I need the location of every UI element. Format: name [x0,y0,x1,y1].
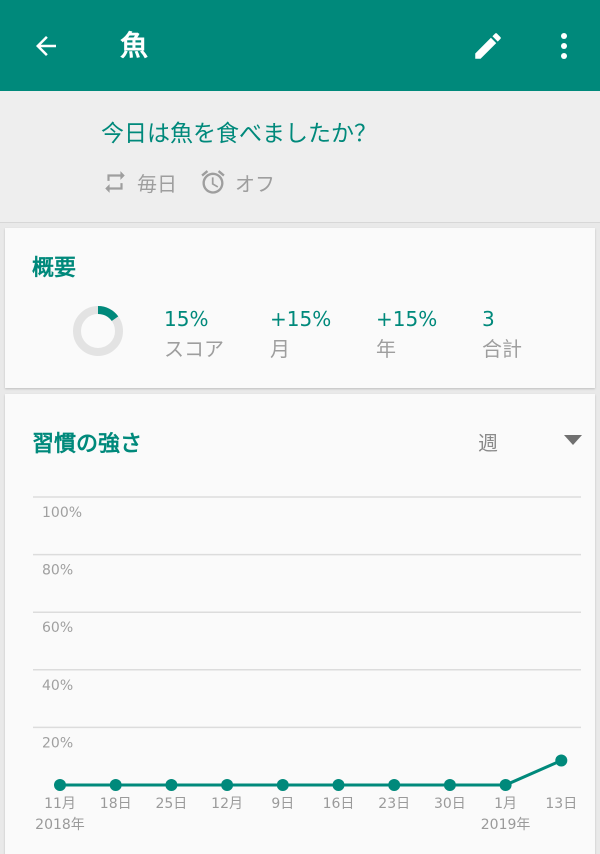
x-year-label: 2019年 [481,817,531,833]
x-tick-label: 30日 [434,796,466,812]
habit-question: 今日は魚を食べましたか？ [101,121,377,147]
edit-button[interactable] [466,24,510,68]
data-point [555,754,568,767]
y-tick-label: 80% [42,563,73,579]
more-vert-icon [561,33,567,59]
data-point [388,779,401,791]
stat-value: +15% [270,307,332,331]
reminder-label: オフ [235,171,275,196]
data-point [332,779,345,791]
y-tick-label: 40% [42,678,73,694]
overview-card: 概要 15% スコア +15% 月 +15% 年 3 合計 [5,228,595,388]
x-tick-label: 18日 [100,796,132,812]
stat-value: 15% [164,307,209,331]
strength-chart: 100% 80% 60% 40% 20% 11月 2018年 18日 25日 12月 9日 16日 23… [33,496,581,833]
data-point [109,779,122,791]
y-tick-label: 60% [42,620,73,636]
stat-label: 月 [270,337,290,361]
x-tick-label: 12月 [211,796,243,812]
back-button[interactable] [26,26,66,66]
x-year-label: 2018年 [35,817,85,833]
stat-label: 合計 [482,337,522,361]
x-tick-label: 11月 [44,796,76,812]
y-tick-label: 20% [42,735,73,751]
habit-meta: 毎日 オフ [101,167,297,197]
stat-value: +15% [376,307,438,331]
x-tick-label: 9日 [271,796,294,812]
habit-strength-card: 習慣の強さ 週 100% 80% 60% 40% 20% 11月 2018年 18日 25日 12… [5,394,595,854]
pencil-icon [475,33,501,59]
series-line [60,759,562,787]
x-tick-label: 25日 [155,796,187,812]
stat-year: +15% 年 [376,306,466,364]
stat-score: 15% スコア [164,306,254,364]
stat-month: +15% 月 [270,306,360,364]
repeat-icon [101,168,129,196]
x-tick-label: 16日 [323,796,355,812]
frequency-label: 毎日 [137,171,177,196]
data-point [443,779,456,791]
page-title: 魚 [120,29,149,62]
stat-label: 年 [376,337,396,361]
y-tick-label: 100% [42,505,82,521]
stat-total: 3 合計 [482,306,572,364]
x-tick-label: 13日 [545,796,577,812]
arrow-back-icon [36,36,56,56]
overview-heading: 概要 [32,256,77,281]
alarm-icon [199,168,227,196]
stat-label: スコア [164,337,224,361]
data-point [165,779,178,791]
data-point [499,779,512,791]
x-tick-label: 23日 [378,796,410,812]
data-point [54,779,66,791]
data-point [221,779,234,791]
habit-header: 今日は魚を食べましたか？ 毎日 オフ [0,91,600,223]
stat-value: 3 [482,307,495,331]
more-options-button[interactable] [544,24,584,68]
app-bar: 魚 [0,0,600,91]
data-point [276,779,289,791]
score-ring [73,306,123,356]
x-tick-label: 1月 [494,796,517,812]
